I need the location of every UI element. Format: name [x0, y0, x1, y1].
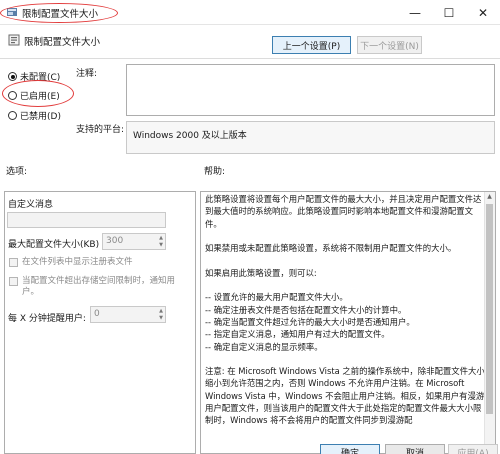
help-paragraph: 注意: 在 Microsoft Windows Vista 之前的操作系统中，除… [205, 366, 485, 426]
close-button[interactable]: ✕ [466, 0, 500, 25]
radio-label: 已禁用(D) [20, 112, 61, 122]
custom-message-label: 自定义消息 [8, 200, 54, 210]
checkbox-label: 当配置文件超出存储空间限制时，通知用户。 [22, 276, 176, 297]
help-paragraph: 此策略设置将设置每个用户配置文件的最大大小，并且决定用户配置文件达到最大值时的系… [205, 194, 482, 229]
scroll-up-arrow-icon[interactable]: ▲ [485, 193, 494, 202]
help-paragraph: 如果启用此策略设置，则可以: [205, 267, 317, 278]
supported-platforms-label: 支持的平台: [76, 125, 125, 135]
previous-setting-button[interactable]: 上一个设置(P) [272, 36, 351, 54]
checkbox-box[interactable] [9, 258, 18, 267]
spinner-up-icon[interactable]: ▲ [159, 308, 163, 314]
ok-button[interactable]: 确定 [320, 444, 380, 454]
help-label: 帮助: [204, 167, 226, 177]
radio-dot[interactable] [8, 111, 17, 120]
spinner-up-icon[interactable]: ▲ [159, 235, 163, 241]
radio-disabled[interactable]: 已禁用(D) [8, 109, 61, 122]
title-highlight-annotation [0, 3, 118, 23]
spinner-down-icon[interactable]: ▼ [159, 242, 163, 248]
remind-interval-input[interactable]: 0 [90, 306, 166, 323]
show-registry-checkbox[interactable]: 在文件列表中显示注册表文件 [9, 257, 133, 268]
help-paragraph: -- 设置允许的最大用户配置文件大小。 -- 确定注册表文件是否包括在配置文件大… [205, 292, 415, 352]
header-divider [0, 58, 500, 59]
max-size-spinner[interactable]: ▲ ▼ [157, 234, 165, 249]
help-scroll-thumb[interactable] [486, 204, 493, 414]
spinner-down-icon[interactable]: ▼ [159, 315, 163, 321]
cancel-button[interactable]: 取消 [385, 444, 445, 454]
policy-setting-icon [8, 34, 20, 46]
minimize-button[interactable]: — [398, 0, 432, 25]
notify-user-checkbox[interactable]: 当配置文件超出存储空间限制时，通知用户。 [9, 276, 187, 298]
help-text: 此策略设置将设置每个用户配置文件的最大大小，并且决定用户配置文件达到最大值时的系… [205, 193, 487, 439]
max-size-label: 最大配置文件大小(KB) [8, 240, 100, 250]
checkbox-label: 在文件列表中显示注册表文件 [22, 257, 133, 267]
maximize-button[interactable]: ☐ [432, 0, 466, 25]
apply-button[interactable]: 应用(A) [448, 444, 498, 454]
next-setting-button[interactable]: 下一个设置(N) [357, 36, 422, 54]
policy-name: 限制配置文件大小 [24, 37, 101, 48]
enabled-highlight-annotation [2, 80, 74, 107]
comment-textarea[interactable] [126, 64, 495, 116]
radio-dot-selected[interactable] [8, 72, 17, 81]
help-paragraph: 如果禁用或未配置此策略设置，系统将不限制用户配置文件的大小。 [205, 243, 457, 254]
custom-message-input[interactable] [7, 212, 166, 228]
options-label: 选项: [6, 167, 28, 177]
remind-interval-spinner[interactable]: ▲ ▼ [157, 307, 165, 322]
remind-interval-label: 每 X 分钟提醒用户: [8, 314, 86, 324]
supported-platforms-value: Windows 2000 及以上版本 [126, 121, 495, 154]
checkbox-box[interactable] [9, 277, 18, 286]
comment-label: 注释: [76, 69, 98, 79]
